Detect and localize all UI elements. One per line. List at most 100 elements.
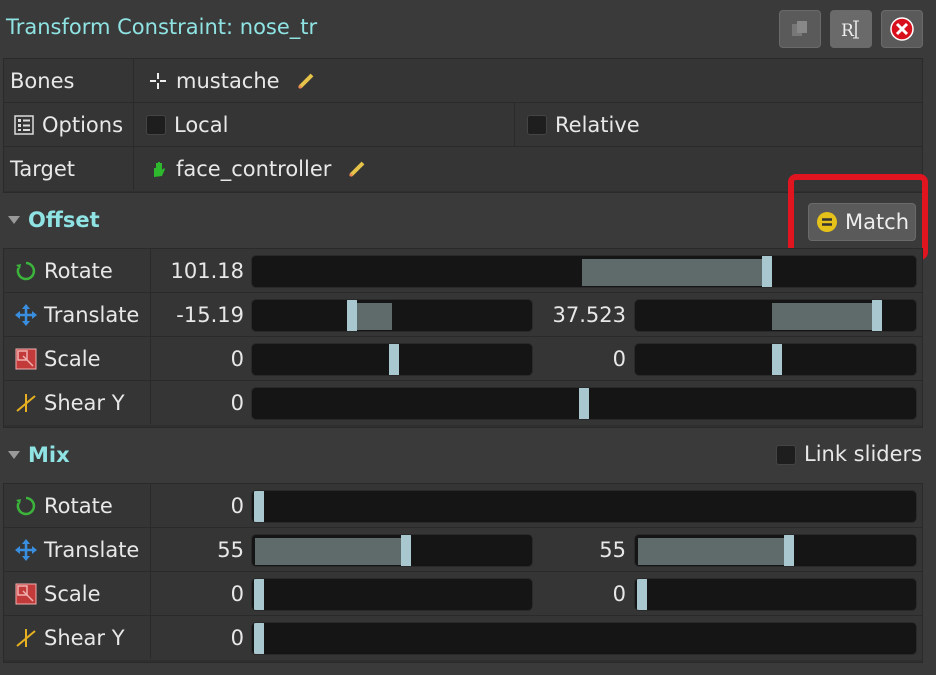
mix-translate-x-slider[interactable] — [251, 534, 533, 567]
rotate-icon — [14, 494, 38, 518]
list-icon — [12, 113, 36, 137]
edit-pencil-icon[interactable] — [345, 157, 369, 181]
offset-translate-label: Translate — [44, 302, 140, 327]
offset-scale-y-value[interactable]: 0 — [536, 347, 626, 371]
mix-table: Rotate 0 Translate 55 55 Scale 0 0 Shear… — [3, 483, 923, 663]
offset-scale-y-slider[interactable] — [634, 343, 917, 376]
bones-label-cell: Bones — [4, 59, 134, 102]
collapse-triangle-icon — [8, 451, 20, 459]
translate-icon — [14, 538, 38, 562]
slider-handle[interactable] — [784, 535, 794, 566]
offset-translate-x-slider[interactable] — [251, 299, 533, 332]
offset-scale-label: Scale — [44, 346, 101, 371]
target-name: face_controller — [176, 156, 332, 181]
slider-fill — [582, 259, 766, 286]
slider-handle[interactable] — [872, 300, 882, 331]
delete-button[interactable] — [881, 10, 923, 48]
mix-scale-x-value[interactable]: 0 — [154, 582, 244, 606]
offset-scale-x-slider[interactable] — [251, 343, 533, 376]
mix-rotate-value[interactable]: 0 — [154, 494, 244, 518]
local-label: Local — [174, 112, 229, 137]
offset-translate-row: Translate -15.19 37.523 — [4, 293, 922, 337]
panel-title: Transform Constraint: nose_tr — [6, 15, 318, 39]
slider-handle[interactable] — [254, 623, 264, 654]
offset-rotate-row: Rotate 101.18 — [4, 249, 922, 293]
target-label: Target — [10, 156, 75, 181]
equals-icon — [815, 210, 839, 234]
offset-rotate-value[interactable]: 101.18 — [154, 259, 244, 283]
offset-translate-y-value[interactable]: 37.523 — [536, 303, 626, 327]
mix-scale-label-cell: Scale — [4, 572, 151, 615]
mix-scale-label: Scale — [44, 581, 101, 606]
slider-handle[interactable] — [389, 344, 399, 375]
offset-section-toggle[interactable]: Offset — [8, 208, 100, 232]
mix-translate-label-wrap: Translate — [14, 528, 139, 571]
bones-value[interactable]: mustache — [146, 59, 324, 102]
hand-icon — [146, 157, 170, 181]
slider-handle[interactable] — [254, 491, 264, 522]
mix-translate-label-cell: Translate — [4, 528, 151, 571]
mix-scale-x-slider[interactable] — [251, 578, 533, 611]
slider-handle[interactable] — [637, 579, 647, 610]
mix-translate-x-value[interactable]: 55 — [154, 538, 244, 562]
slider-handle[interactable] — [762, 256, 772, 287]
svg-text:R: R — [841, 21, 855, 40]
offset-rotate-label-wrap: Rotate — [14, 249, 113, 292]
offset-rotate-slider[interactable] — [251, 255, 917, 288]
slider-fill — [255, 538, 405, 565]
options-row: Options Local Relative — [4, 103, 922, 147]
mix-scale-y-slider[interactable] — [634, 578, 917, 611]
rename-button[interactable]: R — [830, 10, 872, 48]
offset-shear-label: Shear Y — [44, 390, 125, 415]
mix-shear-value[interactable]: 0 — [154, 626, 244, 650]
offset-table: Rotate 101.18 Translate -15.19 37.523 Sc… — [3, 248, 923, 428]
mix-translate-y-slider[interactable] — [634, 534, 917, 567]
offset-scale-label-cell: Scale — [4, 337, 151, 380]
options-divider — [514, 103, 515, 146]
copy-button[interactable] — [779, 10, 821, 48]
link-sliders-checkbox[interactable] — [776, 445, 796, 465]
mix-translate-y-value[interactable]: 55 — [536, 538, 626, 562]
offset-rotate-label-cell: Rotate — [4, 249, 151, 292]
offset-shear-slider[interactable] — [251, 387, 917, 420]
mix-shear-slider[interactable] — [251, 622, 917, 655]
mix-scale-row: Scale 0 0 — [4, 572, 922, 616]
bones-row: Bones mustache — [4, 59, 922, 103]
slider-handle[interactable] — [254, 579, 264, 610]
mix-rotate-row: Rotate 0 — [4, 484, 922, 528]
mix-shear-label-wrap: Shear Y — [14, 616, 125, 659]
offset-translate-y-slider[interactable] — [634, 299, 917, 332]
mix-shear-label: Shear Y — [44, 625, 125, 650]
mix-scale-y-value[interactable]: 0 — [536, 582, 626, 606]
target-label-cell: Target — [4, 147, 134, 190]
options-label: Options — [42, 112, 124, 137]
mix-translate-label: Translate — [44, 537, 140, 562]
bone-icon — [146, 69, 170, 93]
slider-fill — [638, 538, 788, 565]
target-row: Target face_controller — [4, 147, 922, 191]
mix-title: Mix — [28, 443, 70, 467]
slider-handle[interactable] — [579, 388, 589, 419]
slider-handle[interactable] — [772, 344, 782, 375]
offset-scale-row: Scale 0 0 — [4, 337, 922, 381]
offset-translate-x-value[interactable]: -15.19 — [154, 303, 244, 327]
offset-translate-label-wrap: Translate — [14, 293, 139, 336]
options-label-cell: Options — [4, 103, 134, 146]
offset-title: Offset — [28, 208, 100, 232]
relative-checkbox[interactable] — [527, 115, 547, 135]
mix-section-toggle[interactable]: Mix — [8, 443, 70, 467]
match-button[interactable]: Match — [808, 203, 916, 241]
edit-pencil-icon[interactable] — [294, 69, 318, 93]
offset-scale-label-wrap: Scale — [14, 337, 101, 380]
offset-shear-value[interactable]: 0 — [154, 391, 244, 415]
options-label-wrap: Options — [12, 103, 123, 146]
local-checkbox[interactable] — [146, 115, 166, 135]
offset-scale-x-value[interactable]: 0 — [154, 347, 244, 371]
translate-icon — [14, 303, 38, 327]
mix-rotate-slider[interactable] — [251, 490, 917, 523]
slider-handle[interactable] — [401, 535, 411, 566]
close-icon — [890, 17, 914, 41]
target-value[interactable]: face_controller — [146, 147, 375, 190]
mix-rotate-label-cell: Rotate — [4, 484, 151, 527]
slider-handle[interactable] — [347, 300, 357, 331]
